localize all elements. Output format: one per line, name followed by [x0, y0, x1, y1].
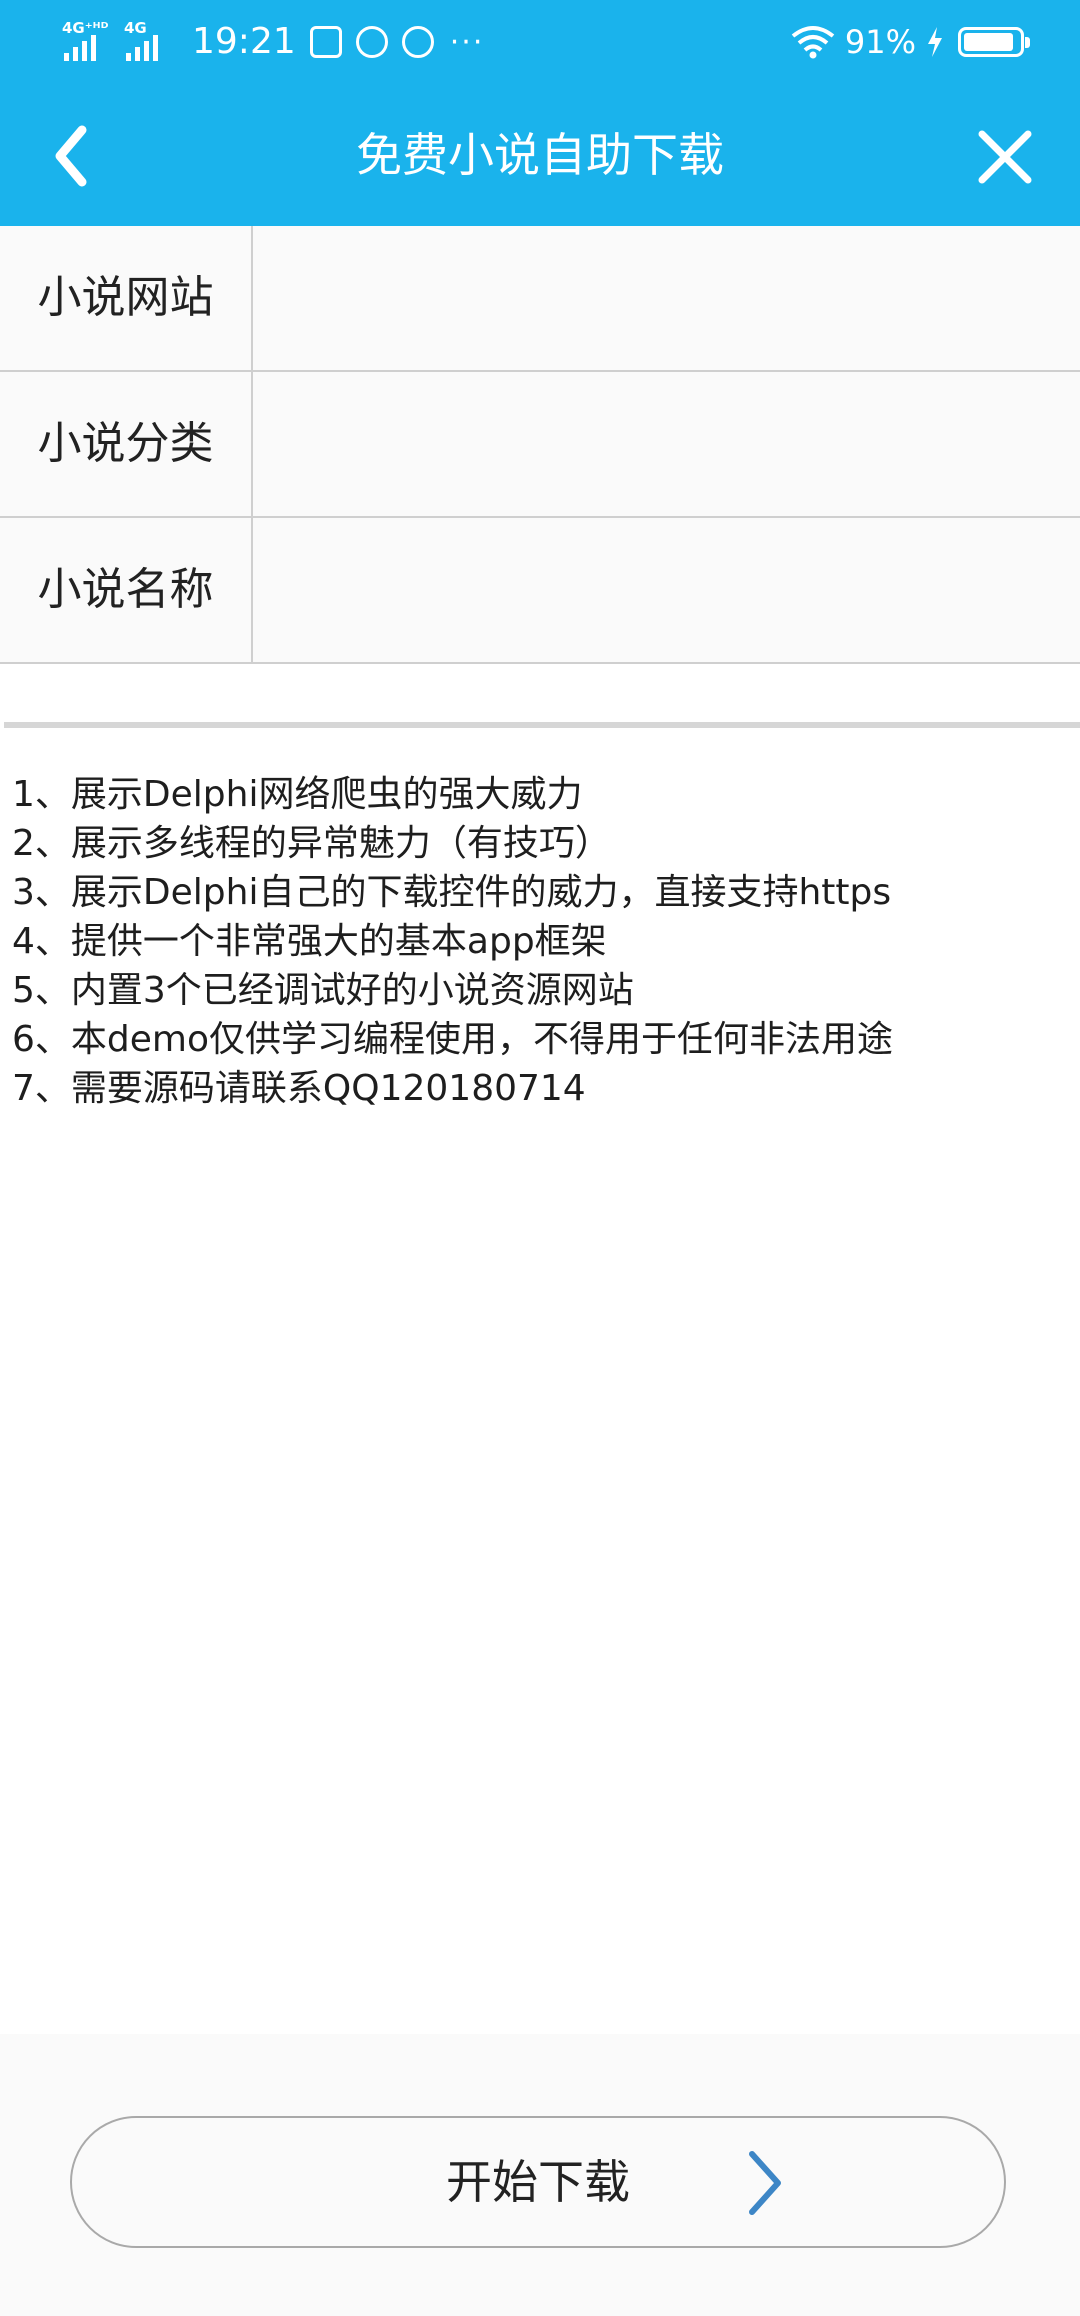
start-download-button[interactable]: 开始下载 — [70, 2116, 1006, 2248]
info-line: 4、提供一个非常强大的基本app框架 — [12, 921, 607, 962]
close-icon — [978, 130, 1032, 184]
wifi-icon — [791, 26, 835, 59]
status-bar: 4G⁺ᴴᴰ 4G 19:21 ··· 91% — [0, 0, 1080, 86]
signal-4g-hd-icon: 4G⁺ᴴᴰ — [62, 21, 110, 63]
start-download-label: 开始下载 — [446, 2155, 630, 2209]
status-right: 91% — [791, 18, 1030, 66]
page-title: 免费小说自助下载 — [356, 128, 724, 182]
form-row-name: 小说名称 — [0, 518, 1080, 664]
footer: 开始下载 — [0, 2034, 1080, 2316]
info-line: 3、展示Delphi自己的下载控件的威力，直接支持https — [12, 872, 892, 913]
top-bar: 4G⁺ᴴᴰ 4G 19:21 ··· 91% 免费小说自助下载 — [0, 0, 1080, 226]
section-divider — [4, 722, 1080, 728]
network-label-2: 4G — [124, 19, 147, 37]
website-field[interactable] — [253, 226, 1080, 370]
form-row-category: 小说分类 — [0, 372, 1080, 518]
header: 免费小说自助下载 — [0, 86, 1080, 226]
info-line: 6、本demo仅供学习编程使用，不得用于任何非法用途 — [12, 1019, 893, 1060]
netease-music-icon — [355, 26, 388, 58]
info-text-area: 1、展示Delphi网络爬虫的强大威力 2、展示多线程的异常魅力（有技巧） 3、… — [0, 756, 1080, 2034]
novel-name-field[interactable] — [253, 518, 1080, 662]
more-notifications-icon: ··· — [449, 24, 485, 60]
wechat-icon — [401, 26, 434, 58]
website-label: 小说网站 — [0, 226, 253, 370]
info-line: 2、展示多线程的异常魅力（有技巧） — [12, 823, 611, 864]
battery-icon — [958, 27, 1030, 57]
category-field[interactable] — [253, 372, 1080, 516]
close-button[interactable] — [960, 108, 1050, 204]
usb-debug-icon — [309, 26, 342, 58]
battery-percent: 91% — [844, 23, 916, 61]
form-row-website: 小说网站 — [0, 226, 1080, 372]
novel-name-label: 小说名称 — [0, 518, 253, 662]
novel-form: 小说网站 小说分类 小说名称 — [0, 226, 1080, 664]
category-label: 小说分类 — [0, 372, 253, 516]
info-line: 5、内置3个已经调试好的小说资源网站 — [12, 970, 634, 1011]
chevron-right-icon — [749, 2151, 781, 2215]
info-line: 7、需要源码请联系QQ120180714 — [12, 1068, 586, 1109]
signal-4g-icon: 4G — [124, 21, 172, 63]
charging-bolt-icon — [928, 27, 942, 57]
status-time: 19:21 — [192, 21, 296, 62]
network-label-1: 4G⁺ᴴᴰ — [62, 19, 109, 37]
info-line: 1、展示Delphi网络爬虫的强大威力 — [12, 774, 583, 815]
status-left: 4G⁺ᴴᴰ 4G 19:21 ··· — [62, 18, 484, 66]
